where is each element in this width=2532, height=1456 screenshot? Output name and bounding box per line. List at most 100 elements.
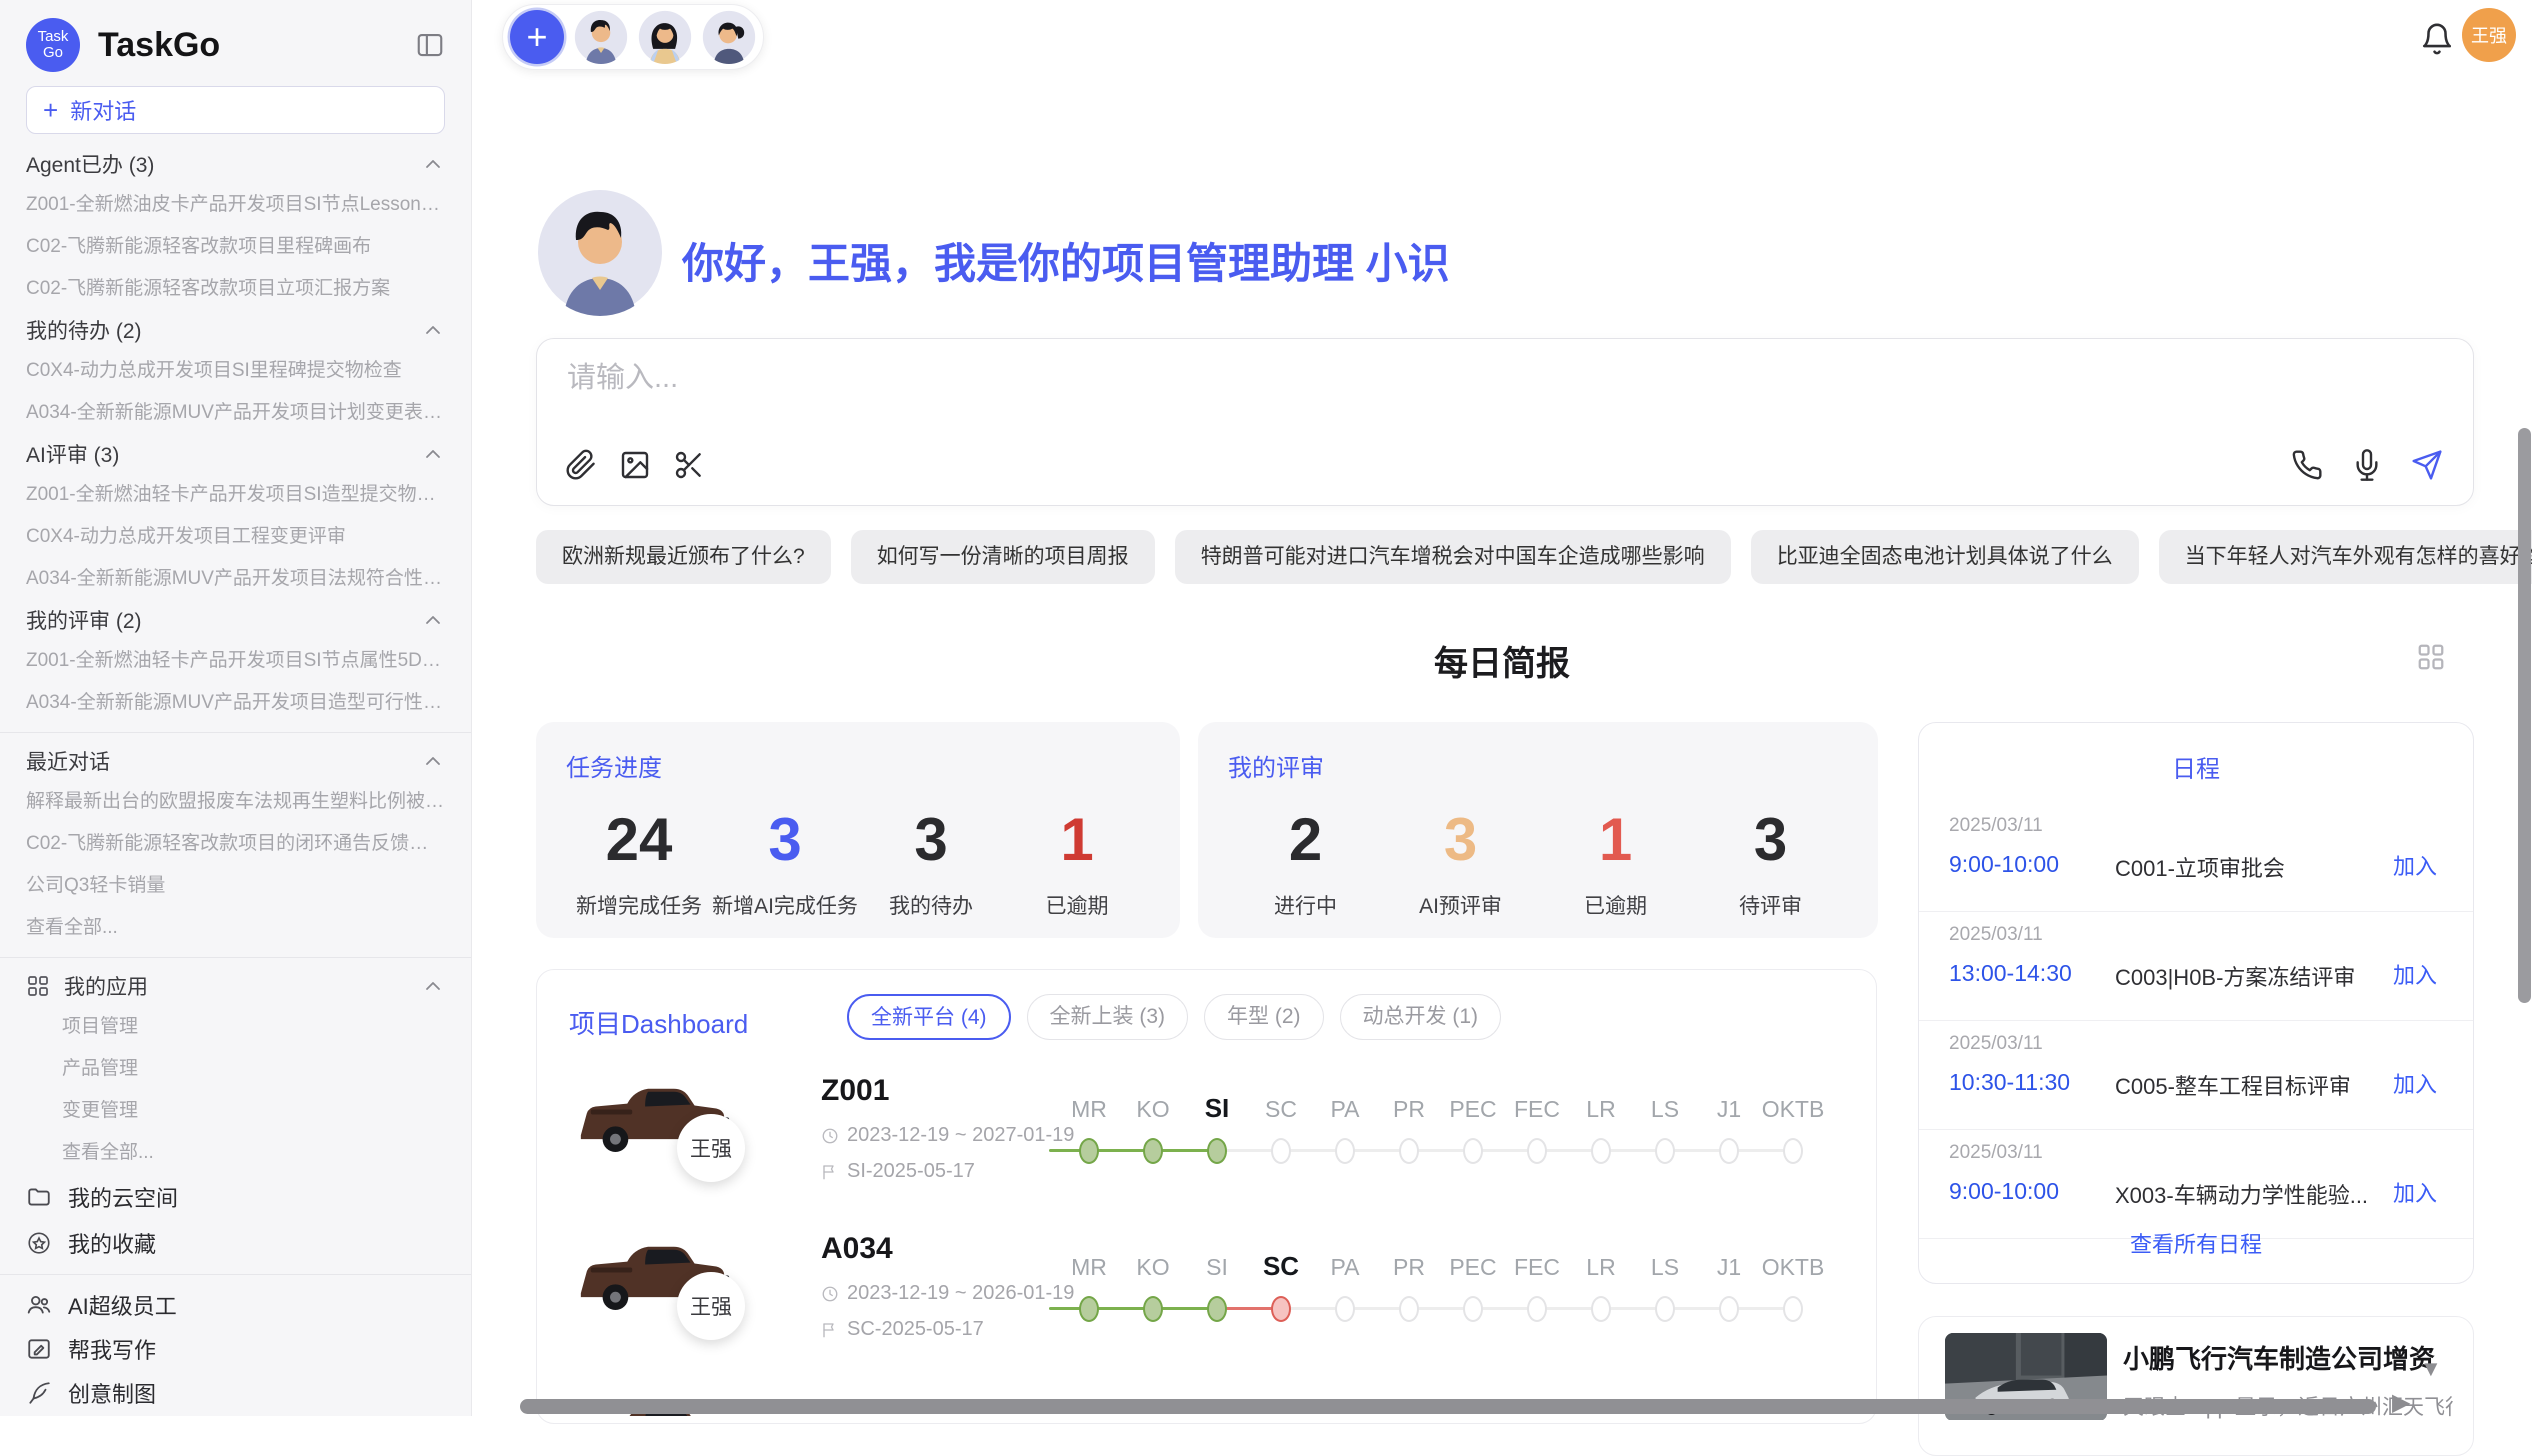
section-title: 我的待办 (2) [26,315,421,345]
view-all-apps[interactable]: 查看全部... [26,1132,445,1174]
section-title: Agent已办 (3) [26,149,421,179]
filter-chip[interactable]: 全新平台 (4) [847,994,1011,1040]
image-icon[interactable] [619,449,651,481]
join-meeting-link[interactable]: 加入 [2393,958,2437,990]
my-review-card: 我的评审2进行中3AI预评审1已逾期3待评审 [1198,722,1878,938]
project-dates: 2023-12-19 ~ 2026-01-19 [821,1282,1074,1305]
join-meeting-link[interactable]: 加入 [2393,849,2437,881]
divider [0,957,471,958]
milestone-dot [1079,1296,1099,1322]
vertical-scrollbar[interactable] [2518,428,2531,1003]
chevron-up-icon[interactable] [421,974,445,998]
sidebar-tool-people[interactable]: AI超级员工 [26,1283,445,1327]
chevron-up-icon[interactable] [421,318,445,342]
attach-icon[interactable] [565,449,597,481]
suggestion-chip[interactable]: 特朗普可能对进口汽车增税会对中国车企造成哪些影响 [1175,530,1731,584]
milestone-label: LS [1633,1254,1697,1281]
project-date-range: 2023-12-19 ~ 2026-01-19 [847,1282,1074,1305]
sidebar-item[interactable]: A034-全新新能源MUV产品开发项目法规符合性评审 [26,558,445,600]
suggestion-chip[interactable]: 如何写一份清晰的项目周报 [851,530,1155,584]
news-card[interactable]: 小鹏飞行汽车制造公司增资 天眼查 App 显示，近日广州汇天飞行汽... [1918,1316,2474,1456]
add-agent-button[interactable]: + [510,10,564,64]
sidebar-item[interactable]: Z001-全新燃油轻卡产品开发项目SI造型提交物评审 [26,474,445,516]
app-logo: Task Go [26,18,80,72]
schedule-name: C005-整车工程目标评审 [2115,1069,2351,1101]
sidebar-item[interactable]: A034-全新新能源MUV产品开发项目计划变更表编写 [26,392,445,434]
milestone-line-done [1049,1307,1217,1310]
milestone-label: KO [1121,1254,1185,1281]
agent-avatar-1[interactable] [574,10,628,64]
app-item[interactable]: 变更管理 [26,1090,445,1132]
sidebar-item[interactable]: Z001-全新燃油轻卡产品开发项目SI节点属性5D文件评审 [26,640,445,682]
app-item[interactable]: 项目管理 [26,1006,445,1048]
recent-chat-item[interactable]: 解释最新出台的欧盟报废车法规再生塑料比例被调至15%... [26,781,445,823]
filter-chip[interactable]: 年型 (2) [1204,994,1324,1040]
notification-bell-icon[interactable] [2420,22,2454,56]
sidebar-item[interactable]: C0X4-动力总成开发项目工程变更评审 [26,516,445,558]
scissors-icon[interactable] [673,449,705,481]
sidebar-item[interactable]: C02-飞腾新能源轻客改款项目立项汇报方案 [26,268,445,310]
view-all-chats[interactable]: 查看全部... [26,907,445,949]
schedule-name: C001-立项审批会 [2115,851,2285,883]
layout-grid-icon[interactable] [2416,642,2446,672]
sidebar-item-folder[interactable]: 我的云空间 [26,1174,445,1220]
plus-icon: + [43,95,58,126]
horizontal-scrollbar[interactable] [520,1399,2376,1414]
suggestion-chip[interactable]: 比亚迪全固态电池计划具体说了什么 [1751,530,2139,584]
sidebar-header: Task Go TaskGo [26,16,445,74]
chevron-up-icon[interactable] [421,442,445,466]
folder-icon [26,1184,52,1210]
milestone-dot [1335,1138,1355,1164]
sidebar-item[interactable]: C02-飞腾新能源轻客改款项目里程碑画布 [26,226,445,268]
sidebar-item[interactable]: A034-全新新能源MUV产品开发项目造型可行性评审 [26,682,445,724]
chevron-up-icon[interactable] [421,749,445,773]
filter-chip[interactable]: 动总开发 (1) [1340,994,1502,1040]
sidebar-item-star[interactable]: 我的收藏 [26,1220,445,1266]
sidebar-tool-write[interactable]: 帮我写作 [26,1327,445,1371]
project-flag: SI-2025-05-17 [821,1160,975,1183]
schedule-item: 2025/03/119:00-10:00X003-车辆动力学性能验...加入 [1919,1130,2473,1239]
milestone-label: SI [1185,1093,1249,1124]
milestone-dot [1143,1138,1163,1164]
milestone-label: J1 [1697,1254,1761,1281]
project-flag-label: SI-2025-05-17 [847,1160,975,1183]
clock-icon [821,1285,839,1303]
schedule-item: 2025/03/119:00-10:00C001-立项审批会加入 [1919,803,2473,912]
new-chat-button[interactable]: + 新对话 [26,86,445,134]
collapse-sidebar-icon[interactable] [415,30,445,60]
scroll-down-arrow-icon[interactable]: ▼ [2420,1356,2442,1382]
suggestion-chip[interactable]: 当下年轻人对汽车外观有怎样的喜好趋势 [2159,530,2532,584]
join-meeting-link[interactable]: 加入 [2393,1176,2437,1208]
milestone-label: PEC [1441,1254,1505,1281]
stat-label: 待评审 [1693,890,1848,920]
user-avatar[interactable]: 王强 [2462,8,2516,62]
sidebar-tool-quill[interactable]: 创意制图 [26,1371,445,1415]
suggestion-chip[interactable]: 欧洲新规最近颁布了什么? [536,530,831,584]
sidebar-item[interactable]: Z001-全新燃油皮卡产品开发项目SI节点Lesson Learn报告 [26,184,445,226]
filter-chip[interactable]: 全新上装 (3) [1027,994,1189,1040]
agent-avatar-2[interactable] [638,10,692,64]
stat-card-title: 任务进度 [566,748,1150,783]
send-icon[interactable] [2411,449,2443,481]
schedule-date: 2025/03/11 [1949,924,2043,946]
agent-avatar-3[interactable] [702,10,756,64]
chevron-up-icon[interactable] [421,608,445,632]
schedule-date: 2025/03/11 [1949,1142,2043,1164]
project-owner-badge: 王强 [677,1114,745,1182]
app-item[interactable]: 产品管理 [26,1048,445,1090]
milestone-timeline: MRKOSISCPAPRPECFECLRLSJ1OKTB [1057,1074,1857,1194]
message-input[interactable] [565,361,2445,396]
mic-icon[interactable] [2351,449,2383,481]
sidebar-item[interactable]: C0X4-动力总成开发项目SI里程碑提交物检查 [26,350,445,392]
view-all-schedule-link[interactable]: 查看所有日程 [1919,1227,2473,1259]
recent-chat-item[interactable]: C02-飞腾新能源轻客改款项目的闭环通告反馈情况 [26,823,445,865]
voice-call-icon[interactable] [2291,449,2323,481]
join-meeting-link[interactable]: 加入 [2393,1067,2437,1099]
scroll-right-arrow-icon[interactable]: ▶ [2392,1388,2410,1417]
sidebar-body: Agent已办 (3) Z001-全新燃油皮卡产品开发项目SI节点Lesson L… [26,144,445,1415]
section-title: 我的评审 (2) [26,605,421,635]
people-icon [26,1292,52,1318]
schedule-date: 2025/03/11 [1949,1033,2043,1055]
chevron-up-icon[interactable] [421,152,445,176]
recent-chat-item[interactable]: 公司Q3轻卡销量 [26,865,445,907]
